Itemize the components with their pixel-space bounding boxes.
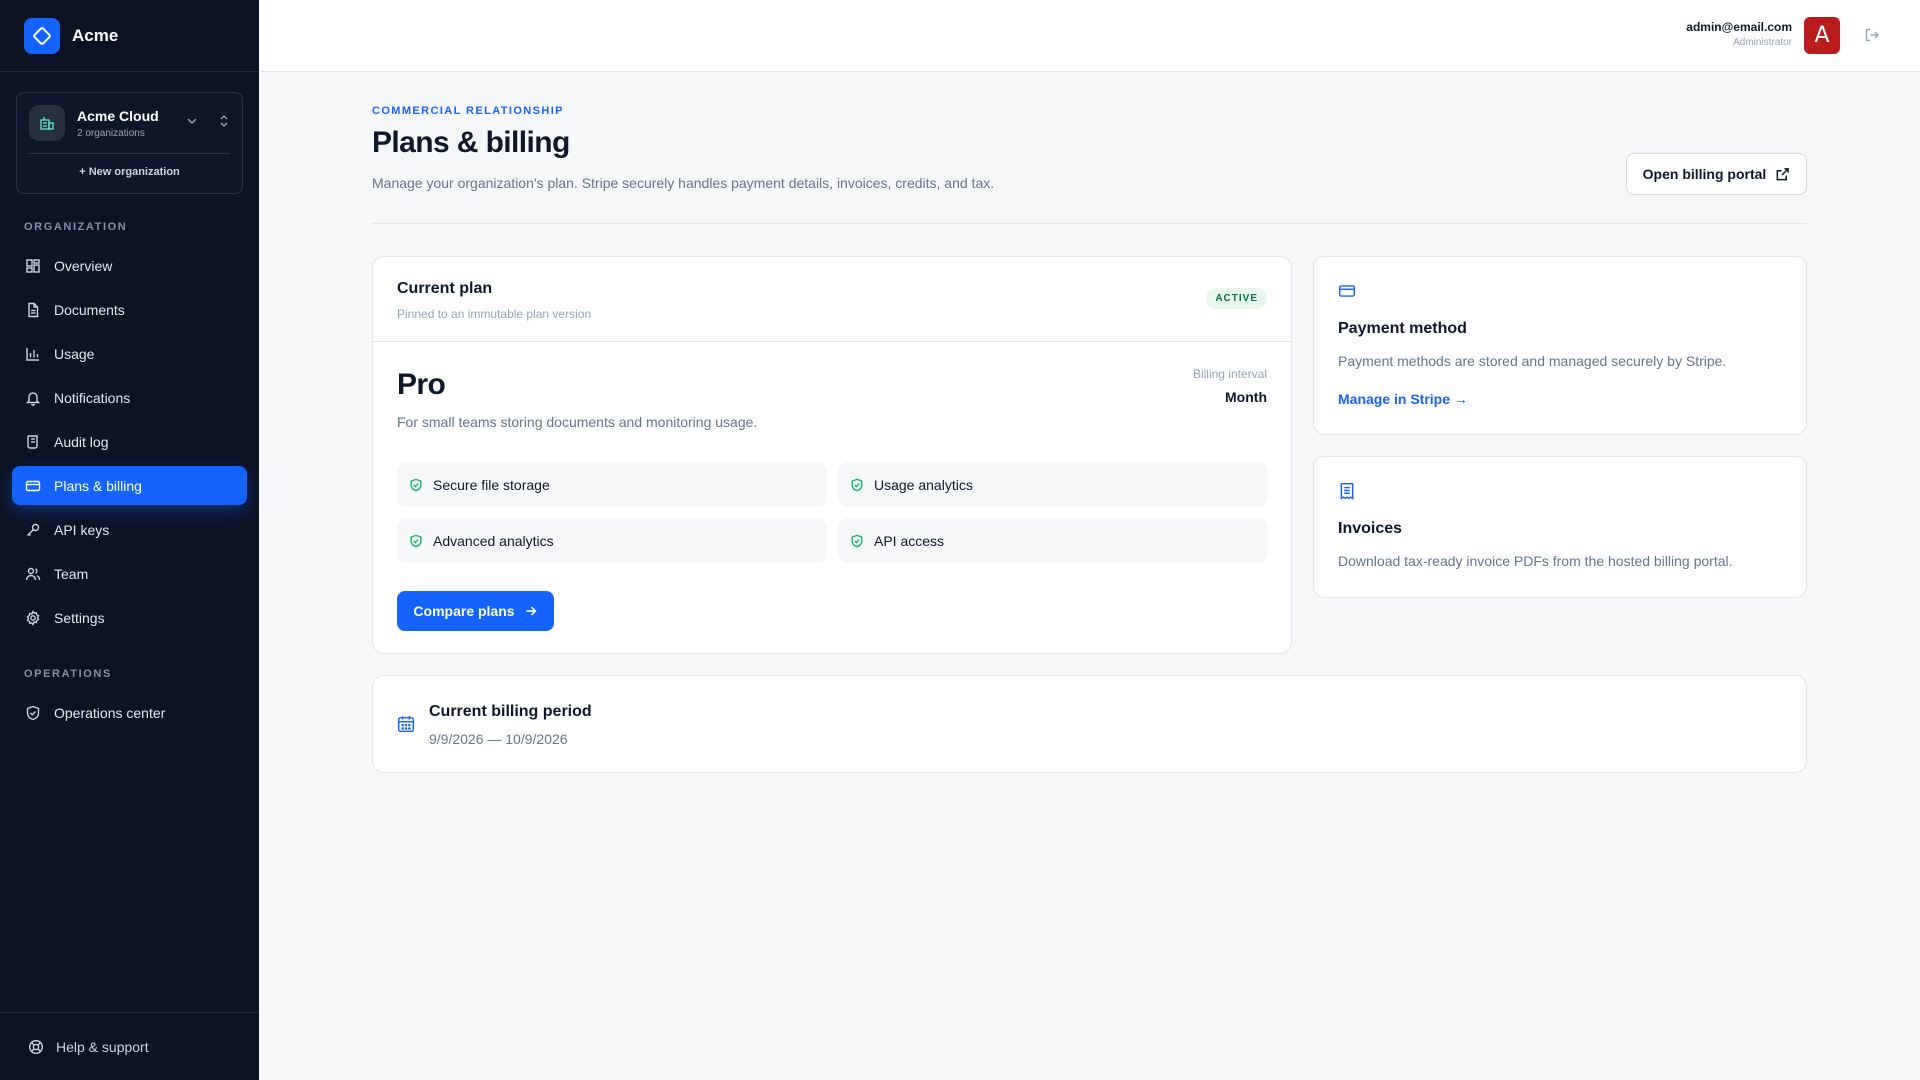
open-billing-portal-label: Open billing portal — [1642, 166, 1767, 182]
plan-name: Pro — [397, 368, 446, 401]
feature-item: Advanced analytics — [397, 518, 827, 563]
topbar: admin@email.com Administrator A — [259, 0, 1920, 72]
sidebar-item-notifications[interactable]: Notifications — [12, 378, 247, 417]
invoices-title: Invoices — [1338, 520, 1403, 537]
plan-description: For small teams storing documents and mo… — [397, 414, 758, 430]
chevron-down-icon[interactable] — [186, 114, 198, 132]
new-organization-button[interactable]: + New organization — [17, 166, 242, 178]
lifebuoy-icon — [28, 1039, 44, 1055]
chevron-up-down-icon[interactable] — [218, 114, 230, 133]
sidebar-item-label: Documents — [54, 301, 125, 318]
logout-icon[interactable] — [1864, 27, 1880, 48]
grid-icon — [25, 258, 41, 274]
sidebar-item-label: Notifications — [54, 389, 131, 406]
page-eyebrow: COMMERCIAL RELATIONSHIP — [372, 105, 564, 117]
sidebar-item-documents[interactable]: Documents — [12, 290, 247, 329]
bell-icon — [25, 390, 41, 406]
feature-item: API access — [838, 518, 1268, 563]
credit-card-icon — [1338, 282, 1356, 300]
plan-card-header: Current plan Pinned to an immutable plan… — [373, 257, 1291, 342]
billing-interval-value: Month — [1225, 389, 1267, 405]
billing-interval-label: Billing interval — [1192, 367, 1267, 381]
current-plan-card: Current plan Pinned to an immutable plan… — [372, 256, 1292, 654]
brand-name: Acme — [72, 25, 119, 45]
sidebar: Acme Acme Cloud 2 organizations + New or… — [0, 0, 259, 1080]
divider — [29, 153, 230, 154]
sidebar-item-team[interactable]: Team — [12, 554, 247, 593]
building-icon — [29, 105, 65, 141]
credit-card-icon — [25, 478, 41, 494]
external-link-icon — [1775, 167, 1790, 182]
divider — [372, 223, 1807, 224]
compare-plans-label: Compare plans — [413, 603, 515, 619]
open-billing-portal-button[interactable]: Open billing portal — [1626, 153, 1807, 195]
feature-label: Advanced analytics — [433, 532, 554, 549]
sidebar-item-plans-billing[interactable]: Plans & billing — [12, 466, 247, 505]
sidebar-item-label: Settings — [54, 609, 105, 626]
avatar[interactable]: A — [1804, 17, 1840, 54]
billing-period-card: Current billing period 9/9/2026 — 10/9/2… — [372, 675, 1807, 773]
nav-section-organization: ORGANIZATION — [24, 221, 128, 233]
feature-item: Secure file storage — [397, 462, 827, 507]
sidebar-item-settings[interactable]: Settings — [12, 598, 247, 637]
sidebar-item-label: Usage — [54, 345, 95, 362]
payment-method-card: Payment method Payment methods are store… — [1313, 256, 1807, 435]
invoices-card: Invoices Download tax-ready invoice PDFs… — [1313, 456, 1807, 598]
sidebar-item-label: Overview — [54, 257, 113, 274]
billing-period-dates: 9/9/2026 — 10/9/2026 — [429, 731, 568, 747]
user-role: Administrator — [1733, 37, 1792, 48]
arrow-right-icon — [524, 604, 538, 618]
compare-plans-button[interactable]: Compare plans — [397, 591, 554, 631]
feature-item: Usage analytics — [838, 462, 1268, 507]
feature-label: Secure file storage — [433, 476, 550, 493]
payment-method-title: Payment method — [1338, 320, 1467, 337]
user-email: admin@email.com — [1686, 20, 1792, 34]
logo-icon — [24, 17, 60, 54]
gear-icon — [25, 609, 41, 626]
invoices-description: Download tax-ready invoice PDFs from the… — [1338, 553, 1733, 569]
receipt-icon — [1338, 482, 1356, 500]
page-description: Manage your organization's plan. Stripe … — [372, 175, 995, 191]
sidebar-item-label: Plans & billing — [54, 477, 142, 494]
help-support-link[interactable]: Help & support — [0, 1012, 259, 1080]
sidebar-item-overview[interactable]: Overview — [12, 246, 247, 285]
sidebar-item-api-keys[interactable]: API keys — [12, 510, 247, 549]
status-badge: ACTIVE — [1206, 288, 1267, 309]
page-title: Plans & billing — [372, 126, 570, 159]
manage-in-stripe-link[interactable]: Manage in Stripe → — [1338, 391, 1468, 407]
sidebar-item-usage[interactable]: Usage — [12, 334, 247, 373]
shield-check-icon — [409, 478, 423, 492]
sidebar-item-label: API keys — [54, 521, 110, 538]
nav-section-operations: OPERATIONS — [24, 668, 112, 680]
org-switcher[interactable]: Acme Cloud 2 organizations + New organiz… — [16, 92, 243, 194]
sidebar-item-audit-log[interactable]: Audit log — [12, 422, 247, 461]
user-info: admin@email.com Administrator — [1686, 20, 1792, 48]
shield-check-icon — [409, 534, 423, 548]
calendar-icon — [397, 715, 415, 733]
brand[interactable]: Acme — [0, 0, 259, 72]
sidebar-item-label: Operations center — [54, 704, 166, 721]
sidebar-item-label: Team — [54, 565, 89, 582]
feature-label: Usage analytics — [874, 476, 973, 493]
help-support-label: Help & support — [56, 1038, 149, 1055]
billing-period-title: Current billing period — [429, 703, 592, 720]
bar-chart-icon — [25, 346, 41, 362]
shield-check-icon — [850, 478, 864, 492]
current-plan-title: Current plan — [397, 280, 493, 297]
shield-icon — [25, 705, 41, 721]
current-plan-subtitle: Pinned to an immutable plan version — [397, 307, 592, 321]
sidebar-item-operations-center[interactable]: Operations center — [12, 693, 247, 732]
users-icon — [25, 566, 41, 582]
sidebar-item-label: Audit log — [54, 433, 109, 450]
feature-label: API access — [874, 532, 945, 549]
scroll-icon — [25, 434, 41, 450]
org-count: 2 organizations — [77, 127, 145, 139]
payment-method-description: Payment methods are stored and managed s… — [1338, 353, 1727, 369]
document-icon — [25, 302, 41, 318]
key-icon — [25, 522, 41, 538]
shield-check-icon — [850, 534, 864, 548]
org-name: Acme Cloud — [77, 107, 159, 124]
